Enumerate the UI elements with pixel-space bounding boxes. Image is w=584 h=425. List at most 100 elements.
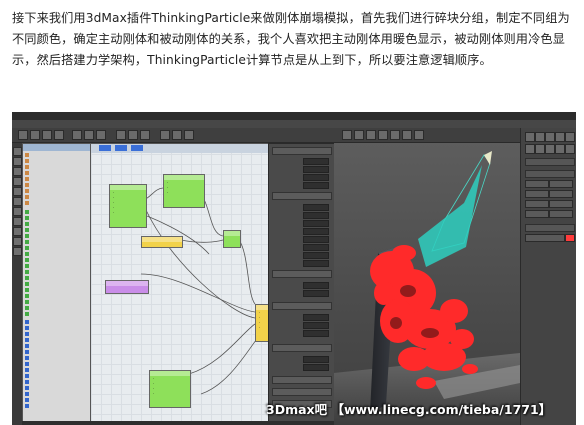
tool-icon[interactable] — [13, 227, 22, 236]
max-screenshot: · · · · · · · · · · · · · · · · 3Dmax吧 【… — [12, 112, 576, 425]
tool-icon[interactable] — [13, 207, 22, 216]
tool-icon[interactable] — [13, 147, 22, 156]
rollout-header[interactable] — [272, 302, 332, 310]
param-field[interactable] — [303, 260, 329, 267]
param-field[interactable] — [303, 252, 329, 259]
object-button[interactable] — [549, 200, 573, 208]
toolbar-button-icon[interactable] — [378, 130, 388, 140]
shapes-icon[interactable] — [535, 144, 545, 154]
parameters-panel — [268, 143, 336, 423]
param-field[interactable] — [303, 228, 329, 235]
node-purple-generator[interactable] — [105, 280, 149, 294]
param-field[interactable] — [303, 290, 329, 297]
param-field[interactable] — [303, 356, 329, 363]
main-toolbar — [12, 128, 576, 143]
object-category-dropdown[interactable] — [525, 158, 575, 166]
param-field[interactable] — [303, 282, 329, 289]
lights-icon[interactable] — [545, 144, 555, 154]
toolbar-button-icon[interactable] — [42, 130, 52, 140]
toolbar-button-icon[interactable] — [54, 130, 64, 140]
command-panel — [520, 128, 576, 425]
toolbar-button-icon[interactable] — [18, 130, 28, 140]
tree-row[interactable] — [25, 404, 31, 410]
toolbar-button-icon[interactable] — [172, 130, 182, 140]
toolbar-button-icon[interactable] — [128, 130, 138, 140]
modify-tab-icon[interactable] — [535, 132, 545, 142]
tool-icon[interactable] — [13, 217, 22, 226]
tree-row[interactable] — [25, 201, 31, 207]
toolbar-button-icon[interactable] — [390, 130, 400, 140]
toolbar-button-icon[interactable] — [366, 130, 376, 140]
object-button[interactable] — [525, 180, 549, 188]
object-button[interactable] — [549, 210, 573, 218]
geometry-icon[interactable] — [525, 144, 535, 154]
node-green-small[interactable] — [223, 230, 241, 248]
object-name-field[interactable] — [525, 234, 565, 242]
node-graph-editor[interactable]: · · · · · · · · · · · · · · · · — [90, 143, 270, 423]
tool-icon[interactable] — [13, 157, 22, 166]
rollout-header[interactable] — [272, 192, 332, 200]
node-green-bottom[interactable]: · · · · — [149, 370, 191, 408]
node-yellow-condition[interactable] — [141, 236, 183, 248]
param-field[interactable] — [303, 364, 329, 371]
param-field[interactable] — [303, 174, 329, 181]
toolbar-button-icon[interactable] — [96, 130, 106, 140]
toolbar-button-icon[interactable] — [72, 130, 82, 140]
node-green-group[interactable]: · · · · · — [109, 184, 147, 228]
param-field[interactable] — [303, 314, 329, 321]
object-type-rollout[interactable] — [525, 170, 575, 178]
rollout-header[interactable] — [272, 147, 332, 155]
param-field[interactable] — [303, 220, 329, 227]
hierarchy-tab-icon[interactable] — [545, 132, 555, 142]
perspective-viewport[interactable] — [334, 143, 520, 425]
tool-icon[interactable] — [13, 177, 22, 186]
tool-icon[interactable] — [13, 187, 22, 196]
create-tab-icon[interactable] — [525, 132, 535, 142]
tool-icon[interactable] — [13, 247, 22, 256]
param-field[interactable] — [303, 166, 329, 173]
rollout-header[interactable] — [272, 388, 332, 396]
tool-icon[interactable] — [13, 237, 22, 246]
tree-row[interactable] — [25, 312, 31, 318]
cameras-icon[interactable] — [555, 144, 565, 154]
rollout-header[interactable] — [272, 270, 332, 278]
toolbar-button-icon[interactable] — [184, 130, 194, 140]
object-button[interactable] — [525, 190, 549, 198]
param-field[interactable] — [303, 212, 329, 219]
param-field[interactable] — [303, 236, 329, 243]
node-green-rigid[interactable]: · · · — [163, 174, 205, 208]
rollout-header[interactable] — [272, 376, 332, 384]
title-bar — [12, 112, 576, 120]
status-bar — [22, 421, 334, 425]
name-and-color-rollout[interactable] — [525, 224, 575, 232]
watermark-text: 3Dmax吧 【www.linecg.com/tieba/1771】 — [266, 402, 552, 417]
toolbar-button-icon[interactable] — [354, 130, 364, 140]
tool-icon[interactable] — [13, 197, 22, 206]
param-field[interactable] — [303, 244, 329, 251]
object-button[interactable] — [525, 200, 549, 208]
particle-tree-panel — [22, 143, 92, 423]
toolbar-button-icon[interactable] — [160, 130, 170, 140]
toolbar-button-icon[interactable] — [116, 130, 126, 140]
toolbar-button-icon[interactable] — [84, 130, 94, 140]
toolbar-button-icon[interactable] — [342, 130, 352, 140]
helpers-icon[interactable] — [565, 144, 575, 154]
param-field[interactable] — [303, 204, 329, 211]
toolbar-button-icon[interactable] — [30, 130, 40, 140]
toolbar-button-icon[interactable] — [414, 130, 424, 140]
param-field[interactable] — [303, 182, 329, 189]
object-button[interactable] — [525, 210, 549, 218]
display-tab-icon[interactable] — [565, 132, 575, 142]
rollout-header[interactable] — [272, 344, 332, 352]
tool-icon[interactable] — [13, 167, 22, 176]
param-field[interactable] — [303, 330, 329, 337]
param-field[interactable] — [303, 322, 329, 329]
object-button[interactable] — [549, 190, 573, 198]
motion-tab-icon[interactable] — [555, 132, 565, 142]
object-button[interactable] — [549, 180, 573, 188]
toolbar-button-icon[interactable] — [140, 130, 150, 140]
object-color-swatch[interactable] — [565, 234, 575, 242]
param-field[interactable] — [303, 158, 329, 165]
toolbar-button-icon[interactable] — [402, 130, 412, 140]
intro-paragraph: 接下来我们用3dMax插件ThinkingParticle来做刚体崩塌模拟，首先… — [12, 11, 570, 67]
